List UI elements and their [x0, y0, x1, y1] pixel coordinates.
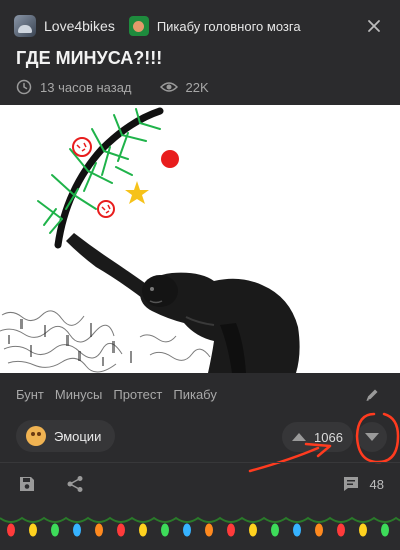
light-bulb [249, 523, 257, 537]
eye-icon [159, 82, 178, 92]
post-time: 13 часов назад [40, 79, 132, 95]
save-icon[interactable] [18, 475, 36, 493]
light-bulb [29, 523, 37, 537]
rating-count: 1066 [314, 429, 343, 445]
light-bulb [117, 523, 125, 537]
light-bulb [205, 523, 213, 537]
author-name[interactable]: Love4bikes [44, 18, 115, 34]
light-bulb [337, 523, 345, 537]
light-bulb [7, 523, 15, 537]
comments-button[interactable]: 48 [342, 475, 384, 493]
community-name[interactable]: Пикабу головного мозга [157, 19, 301, 34]
divider [0, 462, 400, 463]
tag-item[interactable]: Бунт [16, 387, 44, 402]
light-bulb [51, 523, 59, 537]
pencil-icon[interactable] [364, 387, 380, 403]
community-icon[interactable] [128, 16, 149, 36]
light-bulb [293, 523, 301, 537]
emotions-label: Эмоции [54, 428, 102, 444]
tag-item[interactable]: Пикабу [173, 387, 216, 402]
arrow-down-icon [365, 433, 379, 441]
tag-item[interactable]: Минусы [55, 387, 102, 402]
post-meta: 13 часов назад 22K [16, 79, 209, 95]
light-bulb [227, 523, 235, 537]
light-bulb [359, 523, 367, 537]
light-bulb [315, 523, 323, 537]
post-header: Love4bikes Пикабу головного мозга [14, 14, 301, 38]
comment-icon [343, 477, 358, 491]
user-avatar[interactable] [14, 15, 36, 37]
post-title[interactable]: ГДЕ МИНУСА?!!! [16, 48, 162, 69]
christmas-lights-decoration [0, 516, 400, 537]
post-image[interactable] [0, 105, 400, 373]
emotions-button[interactable]: Эмоции [16, 420, 116, 452]
light-bulb [161, 523, 169, 537]
view-count: 22K [185, 79, 209, 95]
tag-list: Бунт Минусы Протест Пикабу [16, 387, 217, 402]
upvote-control[interactable]: 1066 [282, 422, 353, 452]
light-bulb [95, 523, 103, 537]
share-icon[interactable] [66, 475, 84, 493]
smile-emoji-icon [26, 426, 46, 446]
more-vertical-icon[interactable] [366, 18, 382, 34]
light-bulb [381, 523, 389, 537]
clock-icon [16, 79, 32, 95]
downvote-button[interactable] [357, 422, 387, 452]
light-bulb [73, 523, 81, 537]
light-bulb [183, 523, 191, 537]
arrow-up-icon[interactable] [292, 433, 306, 441]
light-bulb [139, 523, 147, 537]
comments-count: 48 [369, 476, 384, 492]
tag-item[interactable]: Протест [113, 387, 162, 402]
light-bulb [271, 523, 279, 537]
